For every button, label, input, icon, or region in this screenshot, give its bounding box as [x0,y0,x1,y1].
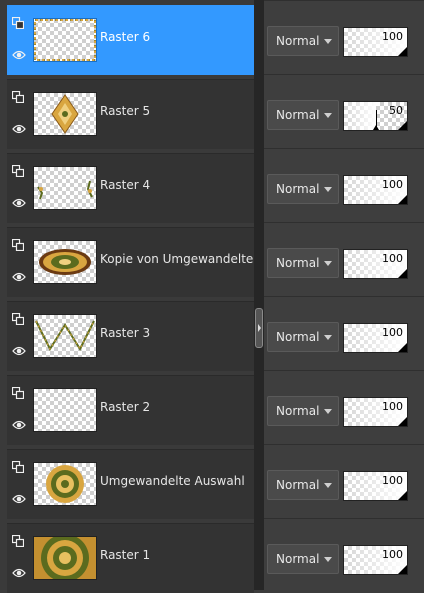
blend-mode-dropdown[interactable]: Normal [267,248,339,278]
opacity-slider[interactable]: 100 [343,27,408,57]
opacity-corner-triangle [398,269,407,278]
link-icon[interactable] [11,14,25,30]
layer-thumbnail[interactable] [33,388,97,432]
link-icon[interactable] [11,236,25,252]
opacity-slider[interactable]: 100 [343,175,408,205]
blend-mode-label: Normal [276,330,320,344]
opacity-value: 100 [382,326,403,339]
opacity-slider[interactable]: 100 [343,545,408,575]
blend-mode-label: Normal [276,404,320,418]
opacity-marker[interactable] [372,110,379,130]
blend-mode-dropdown[interactable]: Normal [267,174,339,204]
blend-mode-dropdown[interactable]: Normal [267,100,339,130]
blend-mode-label: Normal [276,108,320,122]
opacity-corner-triangle [398,47,407,56]
opacity-corner-triangle [398,417,407,426]
row-separator [264,222,424,223]
row-separator [264,296,424,297]
layer-row[interactable]: Umgewandelte Auswahl Normal 100 [0,444,424,519]
layer-row[interactable]: Raster 4 Normal 100 [0,148,424,223]
blend-mode-dropdown[interactable]: Normal [267,322,339,352]
blend-mode-label: Normal [276,34,320,48]
layer-name[interactable]: Umgewandelte Auswahl [100,474,254,488]
row-separator [264,0,424,1]
link-icon[interactable] [11,162,25,178]
blend-mode-label: Normal [276,552,320,566]
blend-mode-dropdown[interactable]: Normal [267,470,339,500]
layer-row[interactable]: Raster 2 Normal 100 [0,370,424,445]
layer-row[interactable]: Raster 5 Normal 50 [0,74,424,149]
chevron-down-icon [324,187,332,192]
opacity-corner-triangle [398,565,407,574]
layer-name[interactable]: Raster 6 [100,30,254,44]
blend-mode-dropdown[interactable]: Normal [267,396,339,426]
row-separator [264,74,424,75]
layer-name[interactable]: Raster 2 [100,400,254,414]
opacity-corner-triangle [398,343,407,352]
opacity-corner-triangle [398,491,407,500]
layer-name[interactable]: Raster 4 [100,178,254,192]
chevron-down-icon [324,483,332,488]
layer-thumbnail[interactable] [33,536,97,580]
link-icon[interactable] [11,532,25,548]
blend-mode-label: Normal [276,478,320,492]
opacity-slider[interactable]: 100 [343,249,408,279]
link-icon[interactable] [11,458,25,474]
chevron-down-icon [324,557,332,562]
layer-name[interactable]: Kopie von Umgewandelte Au [100,252,254,266]
opacity-corner-triangle [398,195,407,204]
layer-row[interactable]: Raster 6 Normal 100 [0,0,424,75]
layer-thumbnail[interactable] [33,240,97,284]
chevron-down-icon [324,39,332,44]
blend-mode-dropdown[interactable]: Normal [267,544,339,574]
link-icon[interactable] [11,310,25,326]
opacity-value: 100 [382,400,403,413]
opacity-value: 50 [389,104,403,117]
layer-name[interactable]: Raster 3 [100,326,254,340]
opacity-corner-triangle [398,121,407,130]
blend-mode-label: Normal [276,256,320,270]
link-icon[interactable] [11,88,25,104]
opacity-value: 100 [382,178,403,191]
opacity-value: 100 [382,548,403,561]
link-icon[interactable] [11,384,25,400]
opacity-fill [344,102,376,130]
eye-icon[interactable] [12,564,26,578]
layer-thumbnail[interactable] [33,462,97,506]
layer-thumbnail[interactable] [33,166,97,210]
eye-icon[interactable] [12,490,26,504]
layer-row[interactable]: Raster 3 Normal 100 [0,296,424,371]
row-separator [264,518,424,519]
row-separator [264,444,424,445]
chevron-down-icon [324,113,332,118]
opacity-value: 100 [382,252,403,265]
blend-mode-dropdown[interactable]: Normal [267,26,339,56]
opacity-slider[interactable]: 100 [343,323,408,353]
chevron-down-icon [324,261,332,266]
layer-thumbnail[interactable] [33,314,97,358]
chevron-down-icon [324,409,332,414]
eye-icon[interactable] [12,416,26,430]
eye-icon[interactable] [12,194,26,208]
chevron-down-icon [324,335,332,340]
row-separator [264,148,424,149]
layer-thumbnail[interactable] [33,18,97,62]
opacity-value: 100 [382,474,403,487]
opacity-slider[interactable]: 50 [343,101,408,131]
layer-row[interactable]: Raster 1 Normal 100 [0,518,424,593]
row-separator [264,370,424,371]
layer-name[interactable]: Raster 5 [100,104,254,118]
layer-name[interactable]: Raster 1 [100,548,254,562]
opacity-slider[interactable]: 100 [343,471,408,501]
eye-icon[interactable] [12,46,26,60]
eye-icon[interactable] [12,268,26,282]
layer-row[interactable]: Kopie von Umgewandelte Au Normal 100 [0,222,424,297]
eye-icon[interactable] [12,120,26,134]
layer-thumbnail[interactable] [33,92,97,136]
blend-mode-label: Normal [276,182,320,196]
eye-icon[interactable] [12,342,26,356]
opacity-value: 100 [382,30,403,43]
opacity-slider[interactable]: 100 [343,397,408,427]
